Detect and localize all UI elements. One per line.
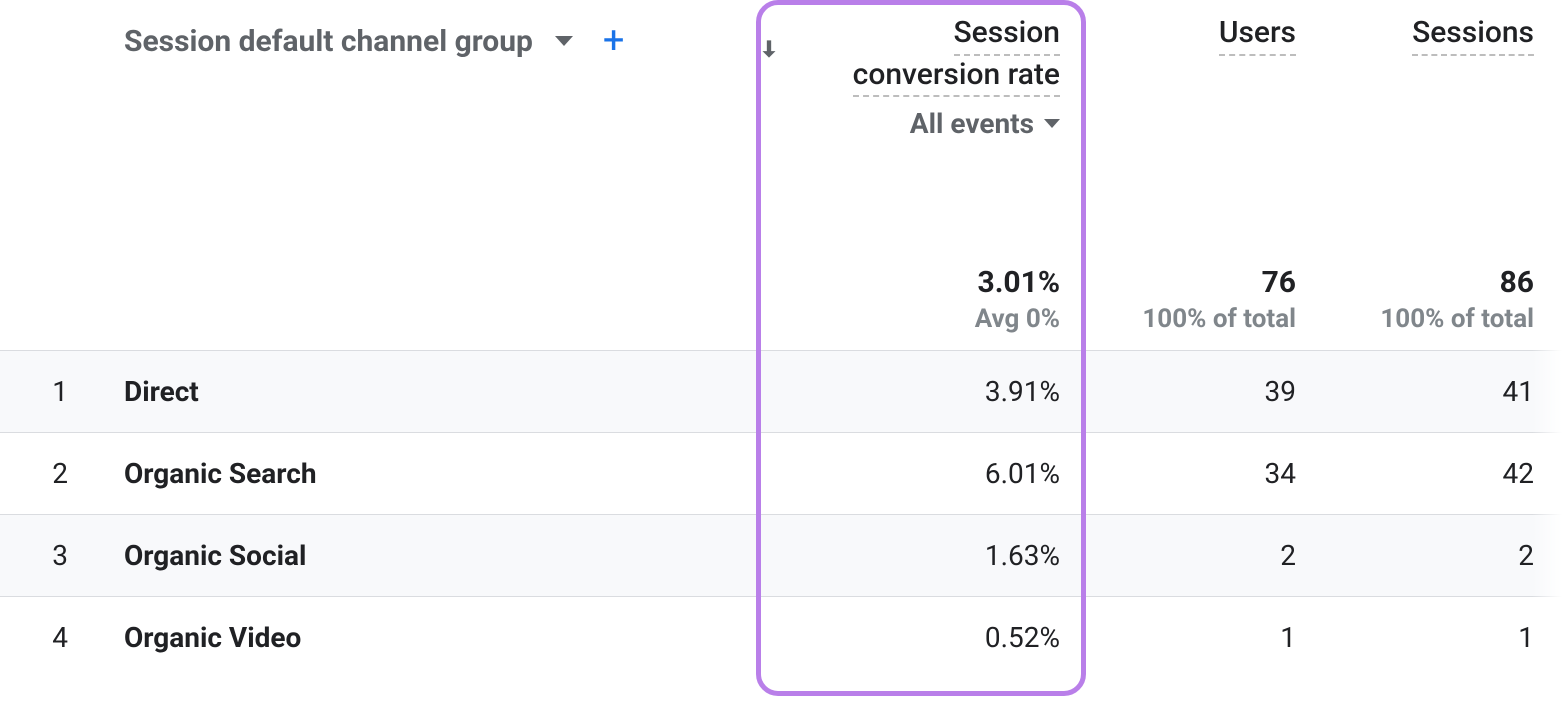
cell-sessions: 1: [1324, 596, 1562, 678]
metric-total: 76: [1142, 265, 1296, 300]
table-row[interactable]: 3 Organic Social 1.63% 2 2: [0, 514, 1562, 596]
cell-users: 34: [1086, 432, 1324, 514]
cell-users: 2: [1086, 514, 1324, 596]
metric-filter[interactable]: All events: [910, 107, 1060, 140]
channel-group-table: Session default channel group + Session …: [0, 0, 1562, 678]
metric-filter-label: All events: [910, 107, 1034, 140]
metric-header-users[interactable]: Users 76 100% of total: [1086, 0, 1324, 350]
metric-title: Session: [954, 14, 1060, 56]
table-row[interactable]: 4 Organic Video 0.52% 1 1: [0, 596, 1562, 678]
metric-header-conversion[interactable]: Session conversion rate All events 3.01%…: [756, 0, 1086, 350]
channel-name: Organic Social: [124, 514, 756, 596]
row-index: 1: [0, 350, 124, 432]
cell-sessions: 42: [1324, 432, 1562, 514]
row-index: 4: [0, 596, 124, 678]
metric-total: 3.01%: [975, 265, 1060, 300]
channel-name: Organic Search: [124, 432, 756, 514]
cell-conversion: 0.52%: [756, 596, 1086, 678]
cell-sessions: 2: [1324, 514, 1562, 596]
metric-title: conversion rate: [853, 56, 1060, 98]
metric-subtext: Avg 0%: [975, 304, 1060, 334]
cell-sessions: 41: [1324, 350, 1562, 432]
cell-conversion: 3.91%: [756, 350, 1086, 432]
metric-subtext: 100% of total: [1380, 304, 1534, 334]
cell-users: 39: [1086, 350, 1324, 432]
table-row[interactable]: 2 Organic Search 6.01% 34 42: [0, 432, 1562, 514]
row-index: 3: [0, 514, 124, 596]
table-row[interactable]: 1 Direct 3.91% 39 41: [0, 350, 1562, 432]
row-index: 2: [0, 432, 124, 514]
channel-name: Organic Video: [124, 596, 756, 678]
metric-title: Users: [1219, 14, 1296, 56]
cell-users: 1: [1086, 596, 1324, 678]
chevron-down-icon: [555, 36, 573, 46]
metric-subtext: 100% of total: [1142, 304, 1296, 334]
metric-title: Sessions: [1412, 14, 1534, 56]
add-dimension-button[interactable]: +: [603, 22, 625, 60]
metric-header-sessions[interactable]: Sessions 86 100% of total: [1324, 0, 1562, 350]
chevron-down-icon: [1044, 119, 1060, 128]
dimension-selector[interactable]: Session default channel group +: [124, 0, 756, 60]
dimension-label: Session default channel group: [124, 24, 533, 59]
cell-conversion: 1.63%: [756, 514, 1086, 596]
metric-total: 86: [1380, 265, 1534, 300]
channel-name: Direct: [124, 350, 756, 432]
cell-conversion: 6.01%: [756, 432, 1086, 514]
sort-desc-icon: [756, 36, 782, 66]
